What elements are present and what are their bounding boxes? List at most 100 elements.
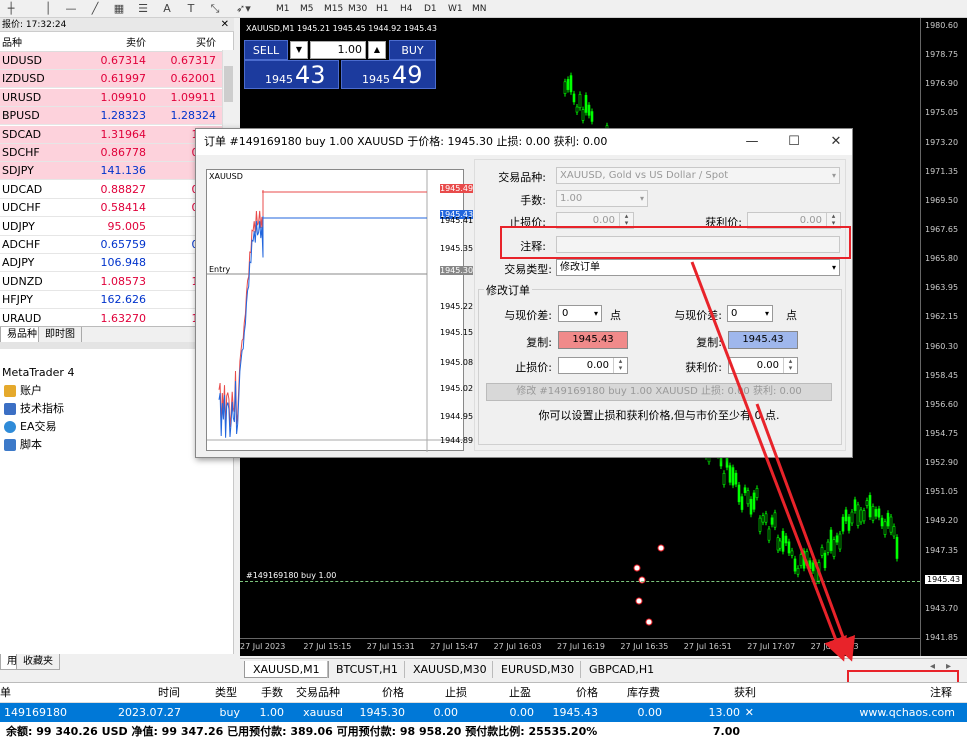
col-ask[interactable]: 买价 xyxy=(196,36,216,52)
candle-body xyxy=(781,530,785,552)
col-header[interactable]: 止损 xyxy=(418,683,467,703)
crosshair-icon[interactable]: ┼ xyxy=(4,2,18,16)
trade-marker xyxy=(633,564,641,572)
tab-favorites[interactable]: 收藏夹 xyxy=(16,654,60,670)
list-item[interactable]: ADJPY106.948106 xyxy=(0,254,222,273)
col-header[interactable]: 交易品种 xyxy=(290,683,340,703)
chart-tab-2[interactable]: XAUUSD,M30 xyxy=(404,661,495,678)
list-item[interactable]: UDNZD1.085731.08 xyxy=(0,273,222,291)
label-icon[interactable]: T xyxy=(184,2,198,16)
list-item[interactable]: UDCAD0.888270.88 xyxy=(0,181,222,199)
fibo-icon[interactable]: ☰ xyxy=(136,2,150,16)
volume-select[interactable]: 1.00 ▾ xyxy=(556,190,648,207)
nav-item-indicators[interactable]: 技术指标 xyxy=(4,401,64,417)
col-header[interactable]: 库存费 xyxy=(610,683,660,703)
timeframe-mn[interactable]: MN xyxy=(472,2,487,16)
price-tick: 1960.30 xyxy=(925,341,959,351)
close-icon[interactable]: ✕ xyxy=(221,19,229,30)
col-header[interactable]: 价格 xyxy=(350,683,404,703)
sell-price[interactable]: 1945 43 xyxy=(244,60,339,89)
list-item[interactable]: ADCHF0.657590.65 xyxy=(0,236,222,254)
nav-item-experts[interactable]: EA交易 xyxy=(4,419,56,435)
takeprofit2-input[interactable]: 0.00 ▴ ▾ xyxy=(728,357,798,374)
table-row[interactable]: 149169180 2023.07.27 17:31:55 buy 1.00 xauus… xyxy=(0,703,967,738)
order-type-select[interactable]: 修改订单 ▾ xyxy=(556,259,840,276)
symbol-name: ADCHF xyxy=(2,238,41,251)
timeframe-m30[interactable]: M30 xyxy=(348,2,367,16)
timeframe-h4[interactable]: H4 xyxy=(400,2,413,16)
chart-tab-1[interactable]: BTCUST,H1 xyxy=(327,661,406,678)
list-item[interactable]: HFJPY162.626162 xyxy=(0,291,222,310)
text-icon[interactable]: A xyxy=(160,2,174,16)
col-header[interactable]: 止盈 xyxy=(485,683,531,703)
list-item[interactable]: BPUSD 1.28323 1.28324 xyxy=(0,107,222,126)
arrow-dropdown-icon[interactable]: ➶▾ xyxy=(236,2,251,16)
col-bid[interactable]: 卖价 xyxy=(126,36,146,52)
close-icon[interactable]: ✕ xyxy=(826,133,846,151)
list-item[interactable]: UDCHF0.584140.58 xyxy=(0,199,222,218)
nav-root[interactable]: MetaTrader 4 xyxy=(2,365,74,381)
candle-body xyxy=(829,529,833,551)
buy-button[interactable]: BUY xyxy=(389,40,436,60)
nav-item-accounts[interactable]: 账户 xyxy=(4,383,42,399)
list-item[interactable]: SDCHF0.867780.86 xyxy=(0,144,222,162)
col-header[interactable]: 手数 xyxy=(238,683,283,703)
candle-body xyxy=(874,509,878,517)
sell-button[interactable]: SELL xyxy=(244,40,288,60)
channel-icon[interactable]: ▦ xyxy=(112,2,126,16)
diff-select-left[interactable]: 0 ▾ xyxy=(558,305,602,322)
table-cell: 1.00 xyxy=(259,706,285,719)
time-tick: 27 Jul 16:51 xyxy=(683,642,732,651)
chart-tab-0[interactable]: XAUUSD,M1 xyxy=(244,661,329,678)
close-order-icon[interactable]: ✕ xyxy=(742,703,754,722)
col-header[interactable]: 价格 xyxy=(545,683,598,703)
bid-value: 141.136 xyxy=(100,164,147,178)
col-header[interactable]: 类型 xyxy=(195,683,237,703)
col-symbol[interactable]: 品种 xyxy=(2,36,22,52)
arrows-icon[interactable]: ⤡ xyxy=(208,2,222,16)
modify-button[interactable]: 修改 #149169180 buy 1.00 XAUUSD 止损: 0.00 获… xyxy=(486,383,832,401)
stoploss2-spinner-icon[interactable]: ▴ ▾ xyxy=(613,358,627,373)
buy-price[interactable]: 1945 49 xyxy=(341,60,436,89)
col-header[interactable]: 单 xyxy=(0,683,14,703)
scrollbar-thumb[interactable] xyxy=(224,66,233,102)
list-item[interactable]: UDUSD 0.67314 0.67317 xyxy=(0,52,222,70)
list-item[interactable]: URUSD 1.09910 1.09911 xyxy=(0,88,222,107)
takeprofit2-spinner-icon[interactable]: ▴ ▾ xyxy=(783,358,797,373)
diff-select-right[interactable]: 0 ▾ xyxy=(727,305,773,322)
timeframe-m5[interactable]: M5 xyxy=(300,2,314,16)
list-item[interactable]: IZDUSD 0.61997 0.62001 xyxy=(0,70,222,89)
stoploss2-input[interactable]: 0.00 ▴ ▾ xyxy=(558,357,628,374)
col-header[interactable]: 获利 xyxy=(680,683,756,703)
col-header[interactable]: 时间 xyxy=(120,683,180,703)
order-line[interactable] xyxy=(240,581,920,582)
chart-tab-4[interactable]: GBPCAD,H1 xyxy=(580,661,662,678)
vertical-line-icon[interactable]: │ xyxy=(40,2,56,16)
list-item[interactable]: URAUD1.632701.63 xyxy=(0,310,222,328)
tab-tick-chart[interactable]: 即时图 xyxy=(38,327,82,343)
minimize-icon[interactable]: — xyxy=(742,133,762,151)
timeframe-h1[interactable]: H1 xyxy=(376,2,389,16)
chart-tab-3[interactable]: EURUSD,M30 xyxy=(492,661,582,678)
trendline-icon[interactable]: ╱ xyxy=(88,2,102,16)
symbol-name: HFJPY xyxy=(2,293,33,307)
timeframe-w1[interactable]: W1 xyxy=(448,2,463,16)
col-header[interactable]: 注释 xyxy=(880,683,952,703)
candle-body xyxy=(853,499,857,511)
lot-down-icon[interactable]: ▼ xyxy=(290,41,308,59)
lot-input[interactable]: 1.00 xyxy=(310,41,366,59)
copy-sell-button[interactable]: 1945.43 xyxy=(558,331,628,349)
copy-buy-button[interactable]: 1945.43 xyxy=(728,331,798,349)
timeframe-m15[interactable]: M15 xyxy=(324,2,343,16)
maximize-icon[interactable]: ☐ xyxy=(784,133,804,151)
symbol-select[interactable]: XAUUSD, Gold vs US Dollar / Spot ▾ xyxy=(556,167,840,184)
list-item[interactable]: UDJPY95.00595 xyxy=(0,218,222,236)
horizontal-line-icon[interactable]: — xyxy=(64,2,78,16)
list-item[interactable]: SDCAD1.319641.31 xyxy=(0,125,222,144)
timeframe-d1[interactable]: D1 xyxy=(424,2,437,16)
lot-up-icon[interactable]: ▲ xyxy=(368,41,386,59)
timeframe-m1[interactable]: M1 xyxy=(276,2,290,16)
list-item[interactable]: SDJPY141.136141 xyxy=(0,162,222,181)
nav-item-scripts[interactable]: 脚本 xyxy=(4,437,42,453)
hint-text: 你可以设置止损和获利价格,但与市价至少有 0 点. xyxy=(538,409,780,422)
